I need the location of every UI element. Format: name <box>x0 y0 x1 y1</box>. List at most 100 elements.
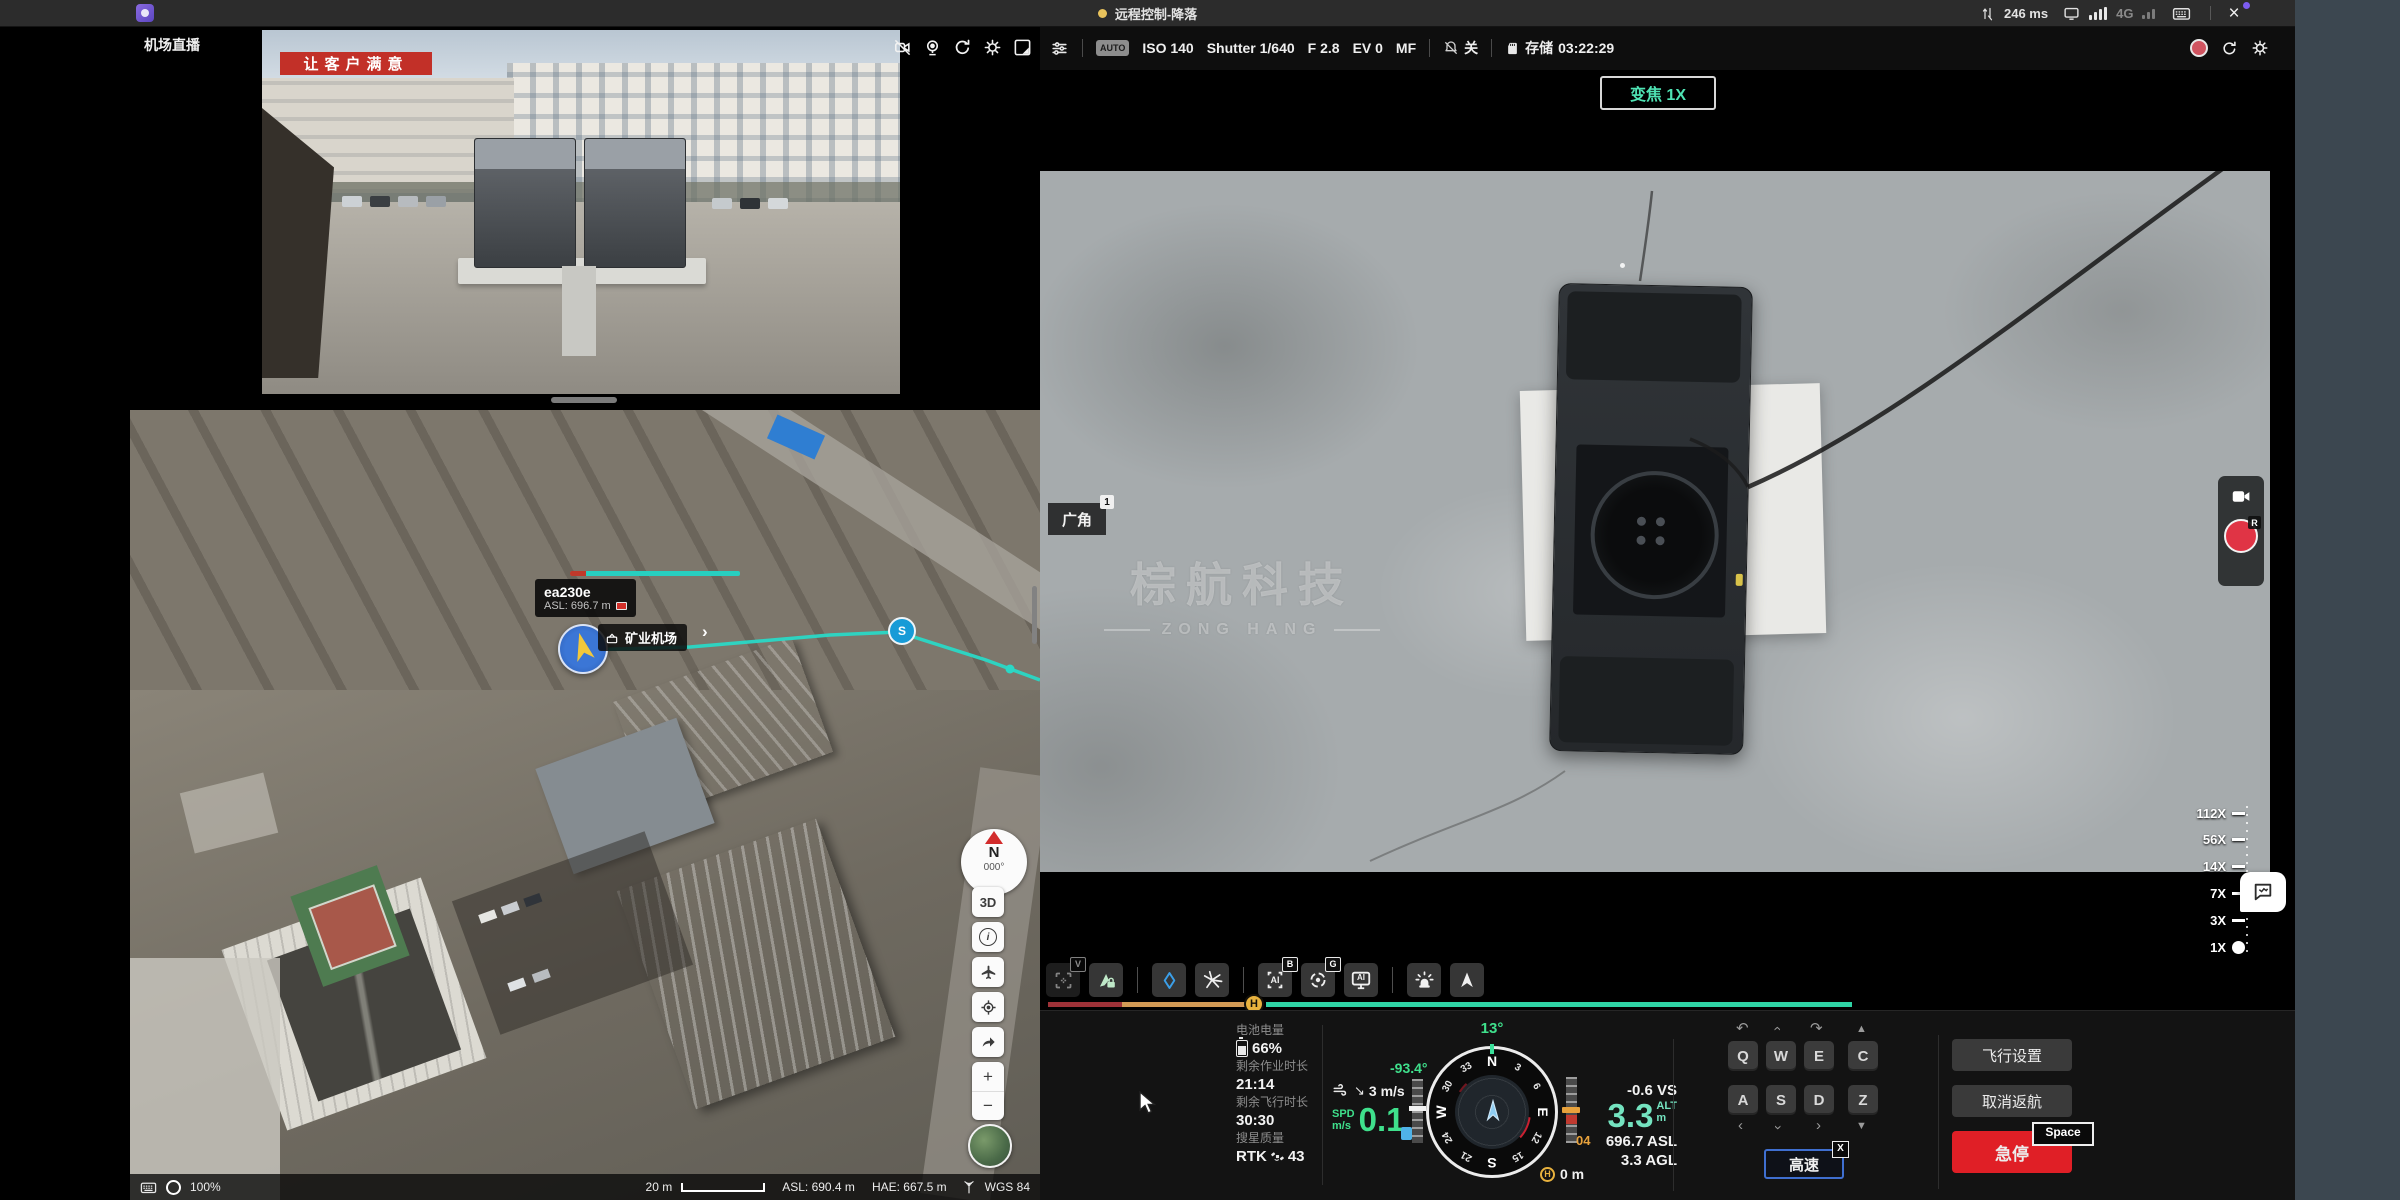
laser-tool-button[interactable] <box>1195 963 1229 997</box>
close-button[interactable]: × <box>2228 4 2239 23</box>
home-distance-readout: H 0 m <box>1540 1166 1584 1182</box>
shutter-sound-off-icon[interactable] <box>1443 40 1459 56</box>
gimbal-pitch-value: -93.4° <box>1390 1060 1428 1076</box>
aperture-value[interactable]: F 2.8 <box>1308 40 1340 56</box>
calibration-dot <box>1620 263 1625 268</box>
key-a[interactable]: A <box>1728 1085 1758 1115</box>
alt-unit: m <box>1656 1112 1666 1124</box>
map-hae: HAE: 667.5 m <box>872 1180 947 1194</box>
map-satellite-view[interactable]: ea230e ASL: 696.7 m 矿业机场 › S N 000° 3D i <box>130 410 1040 1200</box>
record-dot-icon[interactable] <box>2190 39 2208 57</box>
left-letterbox <box>0 26 130 1200</box>
shutter-value[interactable]: Shutter 1/640 <box>1207 40 1295 56</box>
map-asl: ASL: 690.4 m <box>782 1180 855 1194</box>
focus-mode[interactable]: MF <box>1396 40 1416 56</box>
compass-point: S <box>1487 1155 1496 1171</box>
key-q[interactable]: Q <box>1728 1041 1758 1071</box>
live-cars-row-2 <box>712 198 788 209</box>
camera-record-cluster <box>2190 26 2269 70</box>
webcam-icon[interactable] <box>923 38 942 57</box>
chevron-down-hint: › <box>1772 1125 1785 1130</box>
framing-tool-button[interactable]: V <box>1046 963 1080 997</box>
fly-to-button[interactable] <box>1450 963 1484 997</box>
lens-label-text: 广角 <box>1062 509 1092 530</box>
ev-value[interactable]: EV 0 <box>1353 40 1383 56</box>
map-zoom-in-button[interactable]: + <box>972 1062 1004 1092</box>
key-w[interactable]: W <box>1766 1041 1796 1071</box>
zoom-current-dot <box>2232 941 2245 954</box>
lens-label[interactable]: 广角 1 <box>1048 503 1106 535</box>
compass-point: 21 <box>1459 1149 1474 1164</box>
home-distance: 0 m <box>1560 1166 1584 1182</box>
refresh-icon[interactable] <box>953 38 972 57</box>
beacon-icon <box>1414 970 1435 991</box>
compass-point: N <box>1487 1053 1497 1069</box>
key-s[interactable]: S <box>1766 1085 1796 1115</box>
compass-point: 12 <box>1529 1130 1544 1145</box>
camera-refresh-icon[interactable] <box>2221 40 2238 57</box>
fpv-camera-video[interactable]: 广角 1 棕航科技 ZONG HANG <box>1040 171 2270 872</box>
latency-value: 246 ms <box>2004 6 2048 21</box>
iso-value[interactable]: ISO 140 <box>1142 40 1193 56</box>
display-icon[interactable] <box>2063 5 2080 22</box>
map-navigate-button[interactable] <box>972 1027 1004 1057</box>
map-zoom-control: + − <box>972 1062 1004 1120</box>
swap-view-icon[interactable] <box>1013 38 1032 57</box>
zoom-level-row: 56X <box>2188 826 2272 853</box>
framing-icon <box>1053 970 1074 991</box>
camera-settings-icon[interactable] <box>2251 39 2269 57</box>
key-z[interactable]: Z <box>1848 1085 1878 1115</box>
map-zoom-out-button[interactable]: − <box>972 1092 1004 1120</box>
window-title-group: 远程控制-降落 <box>0 0 2295 26</box>
satellite-label: 搜星质量 <box>1236 1131 1308 1146</box>
dock-live-video[interactable]: 让客户满意 <box>262 30 900 394</box>
stream-mute-icon[interactable] <box>893 38 912 57</box>
keyboard-icon[interactable] <box>2172 4 2191 23</box>
map-compass[interactable]: N 000° <box>961 829 1027 895</box>
panel-resize-handle[interactable] <box>551 397 617 403</box>
altitude-value: 3.3 <box>1608 1100 1654 1132</box>
map-info-button[interactable]: i <box>972 922 1004 952</box>
cancel-return-button[interactable]: 取消返航 <box>1952 1085 2072 1117</box>
window-title: 远程控制-降落 <box>1115 4 1197 23</box>
ai-recognition-button[interactable]: AI B <box>1258 963 1292 997</box>
watermark-cn: 棕航科技 <box>1092 549 1392 615</box>
map-aircraft-button[interactable] <box>972 957 1004 987</box>
zoom-level-row: 112X <box>2188 800 2272 826</box>
speed-mode-close-badge[interactable]: X <box>1832 1141 1849 1158</box>
compass-point: W <box>1433 1105 1449 1118</box>
map-3d-button[interactable]: 3D <box>972 887 1004 917</box>
right-letterbox <box>2295 0 2400 1200</box>
map-opacity-icon[interactable] <box>166 1180 181 1195</box>
notification-dot <box>2243 2 2250 9</box>
flight-settings-button[interactable]: 飞行设置 <box>1952 1039 2072 1071</box>
ai-screen-button[interactable]: AI <box>1344 963 1378 997</box>
map-layers-button[interactable] <box>968 1124 1012 1168</box>
watermark-en: ZONG HANG <box>1162 621 1323 639</box>
sd-card-icon <box>1505 41 1520 56</box>
settings-icon[interactable] <box>983 38 1002 57</box>
map-locate-button[interactable] <box>972 992 1004 1022</box>
alarm-light-button[interactable] <box>1407 963 1441 997</box>
map-keyboard-icon[interactable] <box>140 1179 157 1196</box>
column-resize-handle[interactable] <box>1032 586 1037 644</box>
camera-auto-icon[interactable]: AUTO <box>1096 40 1129 56</box>
message-bubble-button[interactable] <box>2240 872 2286 912</box>
airplane-icon <box>980 964 997 981</box>
key-d[interactable]: D <box>1804 1085 1834 1115</box>
target-track-button[interactable]: G <box>1301 963 1335 997</box>
laser-burst-icon <box>1201 969 1223 991</box>
video-camera-icon[interactable] <box>2231 486 2252 507</box>
waypoint-tool-button[interactable] <box>1152 963 1186 997</box>
key-c[interactable]: C <box>1848 1041 1878 1071</box>
key-e[interactable]: E <box>1804 1041 1834 1071</box>
gimbal-lock-button[interactable] <box>1089 963 1123 997</box>
ai-brackets-icon <box>1264 969 1286 991</box>
zoom-mode-button[interactable]: 变焦 1X <box>1600 76 1716 110</box>
dock-map-label[interactable]: 矿业机场 <box>598 624 687 651</box>
spd-unit: m/s <box>1332 1120 1355 1132</box>
record-button[interactable]: R <box>2224 519 2258 553</box>
chat-icon <box>2252 881 2274 903</box>
camera-params-icon[interactable] <box>1050 39 1069 58</box>
capture-controls: R <box>2218 476 2264 586</box>
